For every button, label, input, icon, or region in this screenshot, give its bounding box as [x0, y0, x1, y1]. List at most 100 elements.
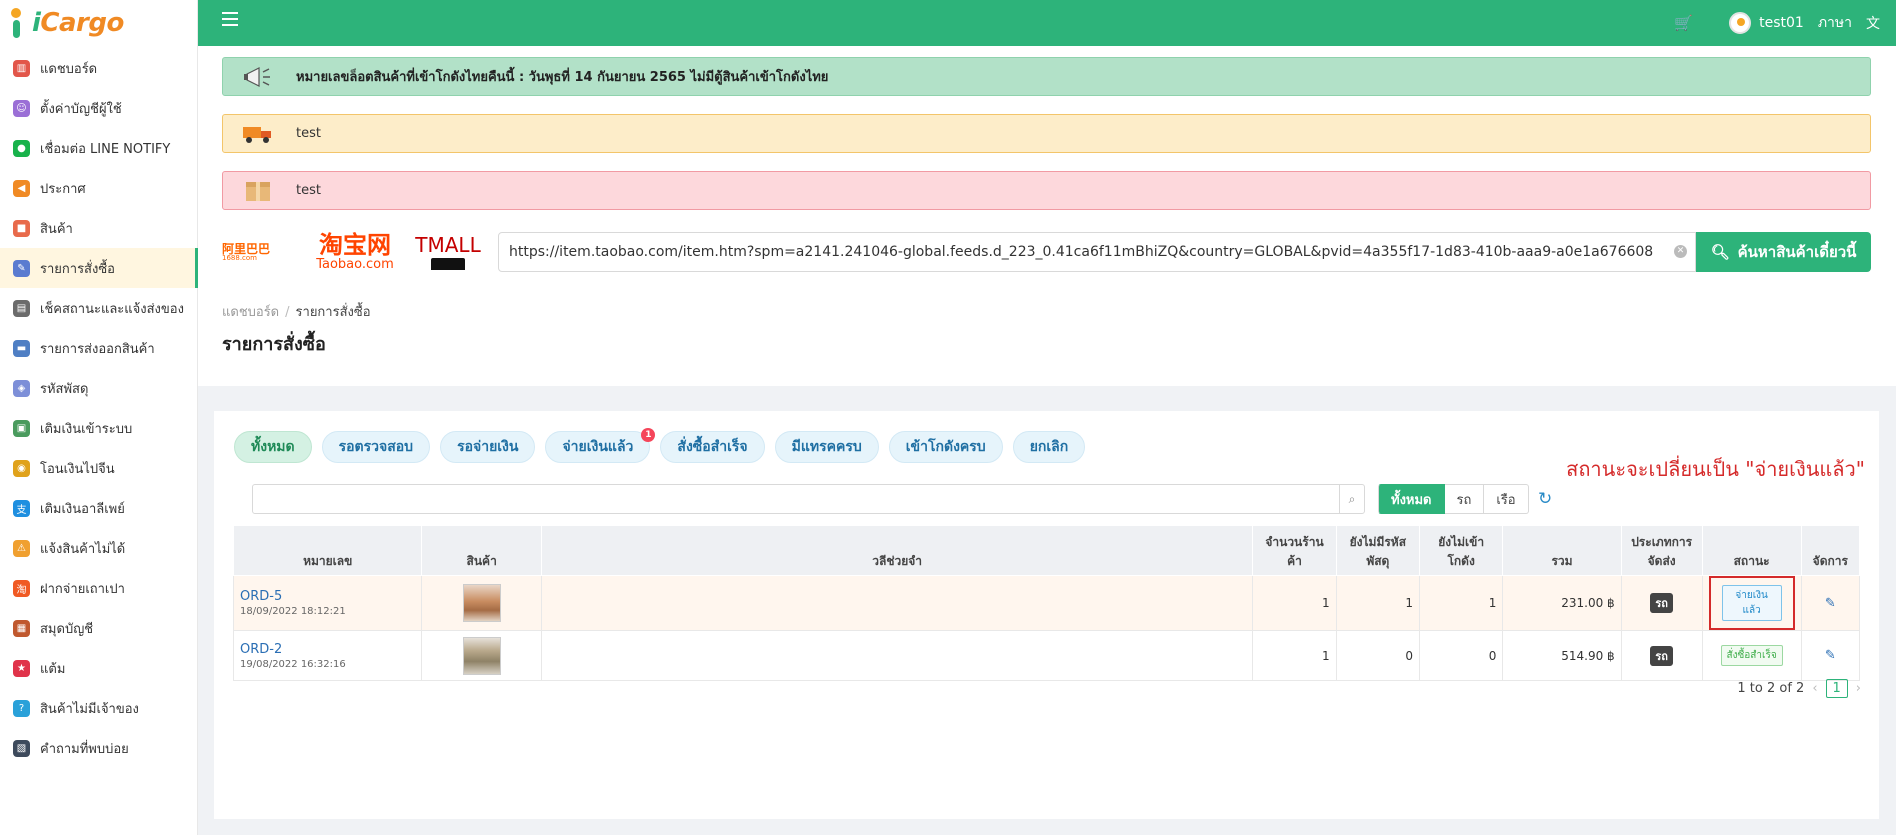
question-icon: ?	[13, 699, 30, 717]
user-menu[interactable]: test01	[1729, 12, 1804, 34]
sidebar-item[interactable]: ▤ เช็คสถานะและแจ้งส่งของ	[0, 288, 197, 328]
sidebar-item-label: รายการสั่งซื้อ	[40, 261, 115, 277]
product-url-input[interactable]	[498, 232, 1696, 272]
product-cell	[421, 630, 542, 681]
table-row[interactable]: ORD-5 18/09/2022 18:12:21 1 1 1 231.00 ฿รถ จ่า…	[232, 575, 1861, 631]
status-cell: จ่ายเงินแล้ว	[1702, 575, 1802, 631]
sidebar-item[interactable]: ★ แต้ม	[0, 648, 197, 688]
sidebar-item[interactable]: ✎ รายการสั่งซื้อ	[0, 248, 198, 288]
order-search-input[interactable]	[252, 484, 1340, 514]
sidebar-item[interactable]: ▣ เติมเงินเข้าระบบ	[0, 408, 197, 448]
user-settings-icon: ☺	[13, 99, 30, 117]
sidebar-item[interactable]: ◉ โอนเงินไปจีน	[0, 448, 197, 488]
next-page-icon[interactable]: ›	[1856, 681, 1861, 696]
memo-cell	[541, 575, 1254, 631]
order-link[interactable]: ORD-2	[240, 642, 415, 657]
status-tab-label: ทั้งหมด	[251, 439, 295, 455]
sidebar-item-label: รหัสพัสดุ	[40, 381, 89, 397]
sidebar-item-label: สินค้า	[40, 221, 73, 237]
announcement-text: หมายเลขล็อตสินค้าที่เข้าโกดังไทยคืนนี้ :…	[296, 70, 829, 85]
warning-icon: ⚠	[13, 539, 30, 557]
shop-count-cell: 1	[1252, 575, 1337, 631]
page-number[interactable]: 1	[1825, 679, 1848, 698]
status-tab[interactable]: สั่งซื้อสำเร็จ	[660, 431, 765, 463]
order-cell: ORD-5 18/09/2022 18:12:21	[232, 575, 423, 631]
sidebar-item[interactable]: ▬ รายการส่งออกสินค้า	[0, 328, 197, 368]
sidebar-menu: ▥ แดชบอร์ด ☺ ตั้งค่าบัญชีผู้ใช้ ● เชื่อมต่อ L…	[0, 46, 198, 768]
clear-input-icon[interactable]: ✕	[1674, 245, 1687, 258]
url-input-wrap: ✕	[498, 232, 1696, 272]
status-tab[interactable]: เข้าโกดังครบ	[888, 431, 1003, 463]
product-thumbnail[interactable]	[462, 636, 501, 675]
search-product-button[interactable]: 🔍︎ ค้นหาสินค้าเดี๋ยวนี้	[1696, 232, 1871, 272]
shop-count-cell: 1	[1252, 630, 1337, 681]
prev-page-icon[interactable]: ‹	[1812, 681, 1817, 696]
no-tracking-cell: 1	[1336, 575, 1421, 631]
col-not-in-warehouse: ยังไม่เข้าโกดัง	[1418, 525, 1504, 576]
col-product: สินค้า	[421, 525, 542, 576]
tmall-cat-icon	[431, 258, 465, 270]
app-logo[interactable]: iCargo	[0, 0, 197, 46]
topbar: 🛒 test01 ภาษา 文	[198, 0, 1896, 46]
edit-icon[interactable]: ✎	[1825, 648, 1836, 663]
filter-truck-button[interactable]: รถ	[1444, 484, 1485, 514]
orders-card: ทั้งหมด รอตรวจสอบ รอจ่ายเงิน จ่ายเงินแล้ว 1 ส…	[214, 411, 1879, 819]
page-header: หมายเลขล็อตสินค้าที่เข้าโกดังไทยคืนนี้ :…	[198, 46, 1896, 386]
translate-icon[interactable]: 文	[1866, 13, 1880, 33]
sidebar-item[interactable]: ▧ คำถามที่พบบ่อย	[0, 728, 197, 768]
sidebar-item-label: เติมเงินอาลีเพย์	[40, 501, 125, 517]
sidebar-item[interactable]: 淘 ฝากจ่ายเถาเปา	[0, 568, 197, 608]
sidebar-item[interactable]: ▥ แดชบอร์ด	[0, 48, 197, 88]
status-tab[interactable]: ทั้งหมด	[234, 431, 312, 463]
sidebar-item[interactable]: ● เชื่อมต่อ LINE NOTIFY	[0, 128, 197, 168]
status-tab[interactable]: รอจ่ายเงิน	[440, 431, 536, 463]
annotation-note: สถานะจะเปลี่ยนเป็น "จ่ายเงินแล้ว"	[1566, 457, 1865, 481]
status-tab-label: จ่ายเงินแล้ว	[562, 439, 634, 455]
edit-icon[interactable]: ✎	[1825, 596, 1836, 611]
order-icon: ✎	[13, 259, 30, 277]
status-tab-label: สั่งซื้อสำเร็จ	[677, 439, 748, 455]
sidebar-item[interactable]: ☺ ตั้งค่าบัญชีผู้ใช้	[0, 88, 197, 128]
filter-row: ⌕ ทั้งหมด รถ เรือ ↻	[252, 484, 1842, 514]
sidebar-item-label: สินค้าไม่มีเจ้าของ	[40, 701, 139, 717]
sidebar-item[interactable]: ? สินค้าไม่มีเจ้าของ	[0, 688, 197, 728]
product-thumbnail[interactable]	[462, 584, 501, 622]
status-tab-label: เข้าโกดังครบ	[905, 439, 986, 455]
sidebar-item[interactable]: 支 เติมเงินอาลีเพย์	[0, 488, 197, 528]
logo-tmall[interactable]: TMALL	[414, 234, 482, 270]
language-label[interactable]: ภาษา	[1818, 12, 1852, 34]
sidebar-item[interactable]: ⚠ แจ้งสินค้าไม่ได้	[0, 528, 197, 568]
username: test01	[1759, 15, 1804, 31]
filter-all-button[interactable]: ทั้งหมด	[1378, 484, 1445, 514]
cart-icon[interactable]: 🛒	[1674, 14, 1693, 32]
status-tab[interactable]: จ่ายเงินแล้ว 1	[545, 428, 656, 463]
menu-toggle-icon[interactable]	[222, 12, 238, 26]
sidebar-item-label: สมุดบัญชี	[40, 621, 94, 637]
status-tab[interactable]: รอตรวจสอบ	[321, 431, 431, 463]
sidebar-item[interactable]: ▦ สมุดบัญชี	[0, 608, 197, 648]
logo-taobao[interactable]: 淘宝网 Taobao.com	[310, 233, 400, 272]
actions-cell: ✎	[1801, 630, 1861, 681]
order-link[interactable]: ORD-5	[240, 589, 415, 604]
status-tab[interactable]: ยกเลิก	[1012, 431, 1086, 463]
status-tabs: ทั้งหมด รอตรวจสอบ รอจ่ายเงิน จ่ายเงินแล้ว 1 ส…	[234, 428, 1086, 463]
total-cell: 514.90 ฿	[1502, 630, 1622, 681]
shipping-alert-text: test	[296, 126, 321, 141]
pagination: 1 to 2 of 2 ‹ 1 ›	[1737, 679, 1861, 698]
shipping-type-badge: รถ	[1650, 593, 1673, 613]
sidebar-item[interactable]: ◈ รหัสพัสดุ	[0, 368, 197, 408]
search-icon[interactable]: ⌕	[1339, 484, 1365, 514]
status-badge: สั่งซื้อสำเร็จ	[1720, 645, 1783, 666]
logo-1688[interactable]: 阿里巴巴 1688.com	[222, 243, 292, 262]
notification-badge: 1	[641, 428, 656, 442]
sidebar-item-label: ฝากจ่ายเถาเปา	[40, 581, 125, 597]
sidebar-item[interactable]: ■ สินค้า	[0, 208, 197, 248]
col-order-no: หมายเลข	[232, 525, 423, 576]
table-row[interactable]: ORD-2 19/08/2022 16:32:16 1 0 0 514.90 ฿รถ สั่…	[232, 630, 1861, 681]
refresh-icon[interactable]: ↻	[1538, 489, 1552, 509]
filter-ship-button[interactable]: เรือ	[1484, 484, 1529, 514]
breadcrumb-home[interactable]: แดชบอร์ด	[222, 305, 279, 320]
status-tab[interactable]: มีแทรคครบ	[774, 431, 879, 463]
highlight-box: จ่ายเงินแล้ว	[1708, 576, 1795, 630]
sidebar-item[interactable]: ◀ ประกาศ	[0, 168, 197, 208]
